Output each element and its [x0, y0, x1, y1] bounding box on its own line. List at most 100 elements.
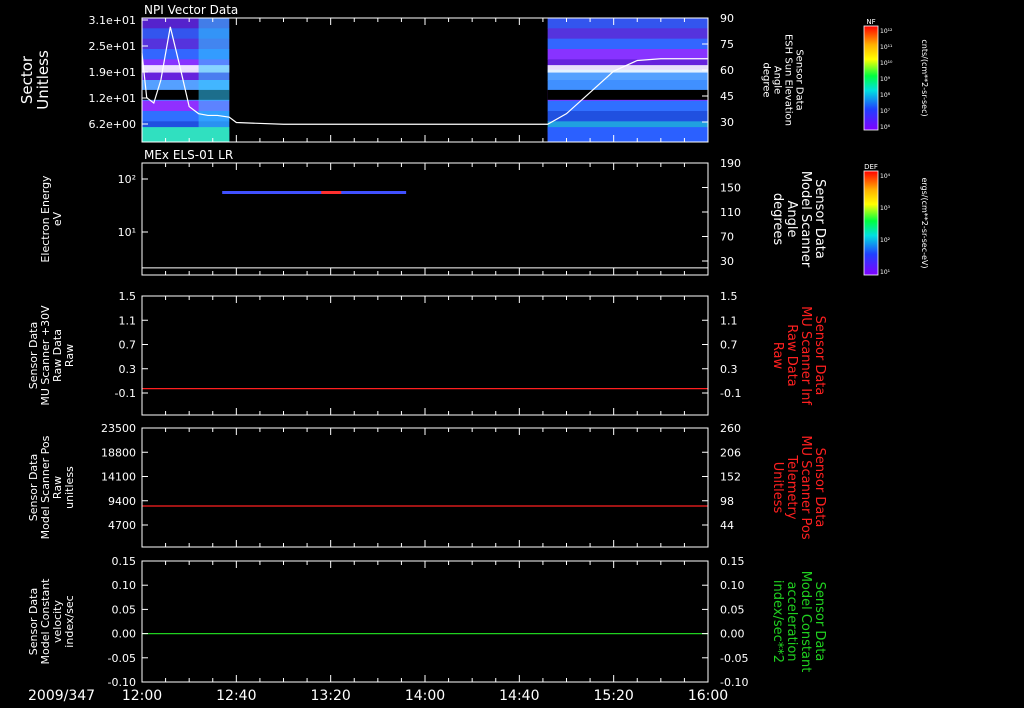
y2-axis-label: Sensor Data: [794, 49, 805, 110]
heatmap-hot: [198, 18, 230, 142]
y2-axis-label: ESH Sun Elevation: [783, 34, 794, 126]
y-tick-label: 0.10: [112, 579, 137, 592]
y2-axis-label: Sensor Data: [812, 179, 827, 259]
y2-tick-label: 0.10: [720, 579, 745, 592]
heatmap-row: [547, 80, 708, 91]
y-tick-label: 18800: [101, 446, 136, 459]
panel-4: 23500 18800 14100 9400 4700 260 206 152 98 44 Sens…: [27, 422, 827, 548]
y2-tick-label: 90: [720, 12, 734, 25]
y2-axis-label: MU Scanner Pos: [798, 435, 813, 540]
y2-tick-label: 0.7: [720, 339, 738, 352]
y2-tick-label: -0.1: [720, 387, 741, 400]
y2-tick-label: 0.15: [720, 555, 745, 568]
y2-axis-label: Model Scanner: [798, 171, 813, 268]
y2-axis-label: acceleration: [784, 581, 799, 661]
y-tick-label: 0.15: [112, 555, 137, 568]
y2-tick-label: 75: [720, 38, 734, 51]
panel-title: MEx ELS-01 LR: [144, 148, 233, 162]
x-tick-label: 12:00: [122, 688, 162, 704]
y-tick-label: 1.9e+01: [89, 66, 136, 79]
colorbar-tick: 10⁷: [880, 108, 891, 115]
y2-tick-label: 0.3: [720, 363, 738, 376]
heatmap-band: [547, 65, 708, 73]
colorbar: [863, 25, 879, 131]
colorbar-tick: 10¹²: [880, 28, 893, 35]
y2-tick-label: 60: [720, 64, 734, 77]
y2-axis-label: degree: [761, 62, 772, 97]
y-tick-label: 10¹: [118, 226, 136, 239]
panel-title: NPI Vector Data: [144, 3, 238, 17]
y-tick-label: 1.5: [119, 290, 137, 303]
colorbar-tick: 10¹⁰: [880, 60, 893, 67]
y2-axis-label: Raw: [770, 342, 785, 370]
y2-tick-label: 0.00: [720, 628, 745, 641]
y-tick-label: 0.3: [119, 363, 137, 376]
panel-frame: [141, 427, 709, 548]
panel-1: 3.1e+01 2.5e+01 1.9e+01 1.2e+01 6.2e+00 90 75 6…: [18, 3, 929, 143]
y-axis-label: eV: [51, 211, 64, 226]
panel-2: 10²10¹1901501107030MEx ELS-01 LRElectron…: [39, 148, 929, 276]
panel-frame: [141, 162, 709, 276]
y2-tick-label: 1.1: [720, 314, 738, 327]
y-axis-label: Unitless: [34, 50, 52, 110]
y2-tick-label: 30: [720, 116, 734, 129]
y2-axis-label: Sensor Data: [812, 316, 827, 396]
x-tick-label: 16:00: [688, 688, 728, 704]
y-tick-label: 3.1e+01: [89, 14, 136, 27]
colorbar-tick: 10³: [880, 205, 891, 212]
heatmap-row: [547, 100, 708, 112]
y-tick-label: 10²: [118, 173, 136, 186]
x-tick-label: 15:20: [593, 688, 633, 704]
y-axis-label: Raw: [63, 344, 76, 367]
heatmap-bottom: [142, 127, 230, 142]
energy-band: [222, 191, 407, 194]
colorbar-name: NF: [866, 18, 875, 26]
y-tick-label: -0.05: [108, 652, 136, 665]
y2-tick-label: 206: [720, 446, 741, 459]
colorbar-unit: ergs/(cm**2-sr-sec-eV): [920, 177, 929, 268]
y2-tick-label: 0.05: [720, 603, 745, 616]
y2-axis-label: Raw Data: [784, 324, 799, 387]
colorbar-tick: 10¹¹: [880, 44, 893, 51]
y2-tick-label: 30: [720, 255, 734, 268]
colorbar-name: DEF: [864, 163, 878, 171]
y2-axis-label: Model Constant: [798, 571, 813, 673]
heatmap-row: [547, 111, 708, 122]
y2-tick-label: 190: [720, 157, 741, 170]
colorbar-tick: 10⁴: [880, 173, 891, 180]
y2-axis-label: Unitless: [770, 462, 785, 514]
y2-tick-label: 1.5: [720, 290, 738, 303]
y2-tick-label: 45: [720, 90, 734, 103]
y-tick-label: 0.7: [119, 339, 137, 352]
energy-band-peak: [321, 191, 342, 194]
y2-tick-label: 152: [720, 471, 741, 484]
panel-frame: [141, 295, 709, 416]
heatmap-row: [547, 38, 708, 50]
y2-tick-label: 44: [720, 519, 734, 532]
y-tick-label: 23500: [101, 422, 136, 435]
y2-tick-label: 150: [720, 182, 741, 195]
y2-axis-label: index/sec**2: [770, 580, 785, 663]
x-tick-label: 14:00: [405, 688, 445, 704]
colorbar-tick: 10¹: [880, 269, 891, 276]
y-tick-label: 1.1: [119, 314, 137, 327]
panel-3: 1.5 1.1 0.7 0.3 -0.1 1.5 1.1 0.7 0.3 -0.1 Sensor D…: [27, 290, 827, 416]
colorbar-tick: 10⁸: [880, 92, 891, 99]
y2-axis-label: Sensor Data: [812, 448, 827, 528]
y2-axis-label: Sensor Data: [812, 582, 827, 662]
colorbar: [863, 170, 879, 276]
date-label: 2009/347: [28, 688, 95, 704]
y-axis-label: unitless: [63, 466, 76, 509]
y2-axis-label: Angle: [772, 66, 783, 94]
heatmap-gap: [547, 89, 708, 100]
y-tick-label: 1.2e+01: [89, 92, 136, 105]
y2-tick-label: 260: [720, 422, 741, 435]
colorbar-tick: 10⁹: [880, 76, 891, 83]
y-tick-label: 0.05: [112, 603, 137, 616]
heatmap-row: [547, 28, 708, 40]
x-tick-label: 14:40: [499, 688, 539, 704]
colorbar-unit: cnts/(cm**2-sr-sec): [920, 39, 929, 116]
y2-tick-label: -0.05: [720, 652, 748, 665]
y2-axis-label: MU Scanner Inf: [798, 306, 813, 405]
y-tick-label: 14100: [101, 471, 136, 484]
